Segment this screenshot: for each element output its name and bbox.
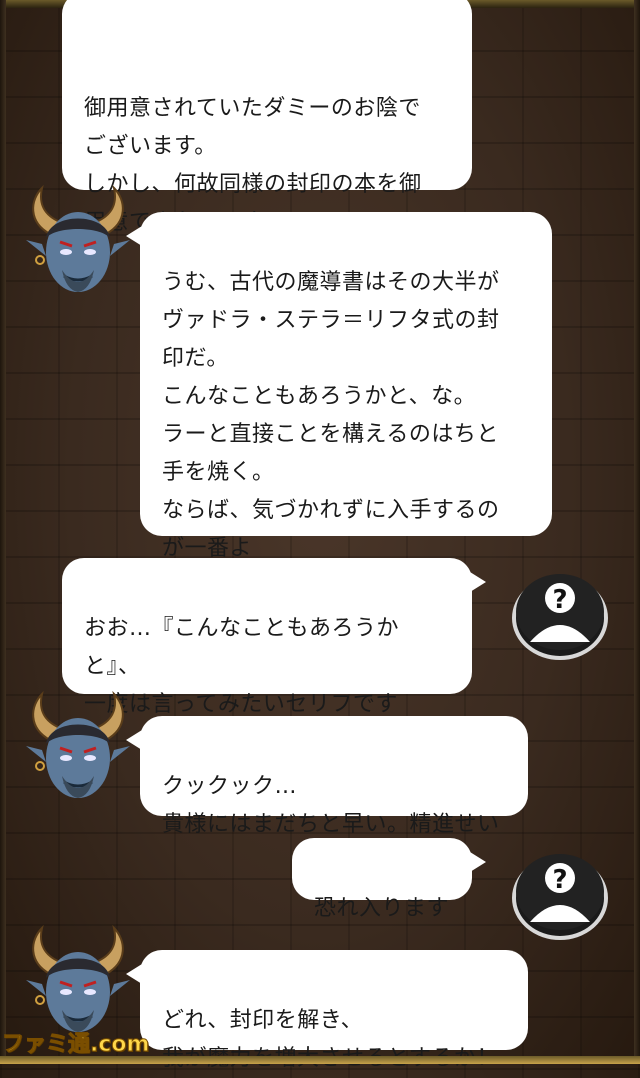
message-text: 恐れ入ります [314, 896, 450, 921]
message-bubble-demon: どれ、封印を解き、 我が魔力を増大させるとするか！ [126, 950, 528, 1071]
message-bubble-player: 言う 御用意されていたダミーのお陰で ございます。 しかし、何故同様の封印の本を… [62, 0, 472, 235]
watermark-logo: ファミ通.com [1, 1032, 150, 1058]
question-mark-icon: ? [552, 585, 567, 615]
message-text: クックック… 貴様にはまだちと早い。精進せい [162, 774, 500, 837]
demon-avatar [26, 690, 130, 798]
unknown-avatar: ? [512, 574, 608, 660]
unknown-avatar: ? [512, 854, 608, 940]
question-mark-icon: ? [552, 865, 567, 895]
demon-avatar [26, 184, 130, 292]
message-bubble-demon: クックック… 貴様にはまだちと早い。精進せい [126, 716, 528, 837]
message-bubble-player: おお…『こんなこともあろうか と』、 一度は言ってみたいセリフです [62, 558, 486, 717]
demon-avatar [26, 924, 130, 1032]
message-bubble-player: 恐れ入ります [292, 838, 486, 921]
right-frame [634, 0, 640, 1064]
message-bubble-demon: うむ、古代の魔導書はその大半が ヴァドラ・ステラ＝リフタ式の封 印だ。 こんなこ… [126, 212, 552, 561]
message-text: うむ、古代の魔導書はその大半が ヴァドラ・ステラ＝リフタ式の封 印だ。 こんなこ… [162, 270, 500, 561]
left-frame [0, 0, 6, 1064]
